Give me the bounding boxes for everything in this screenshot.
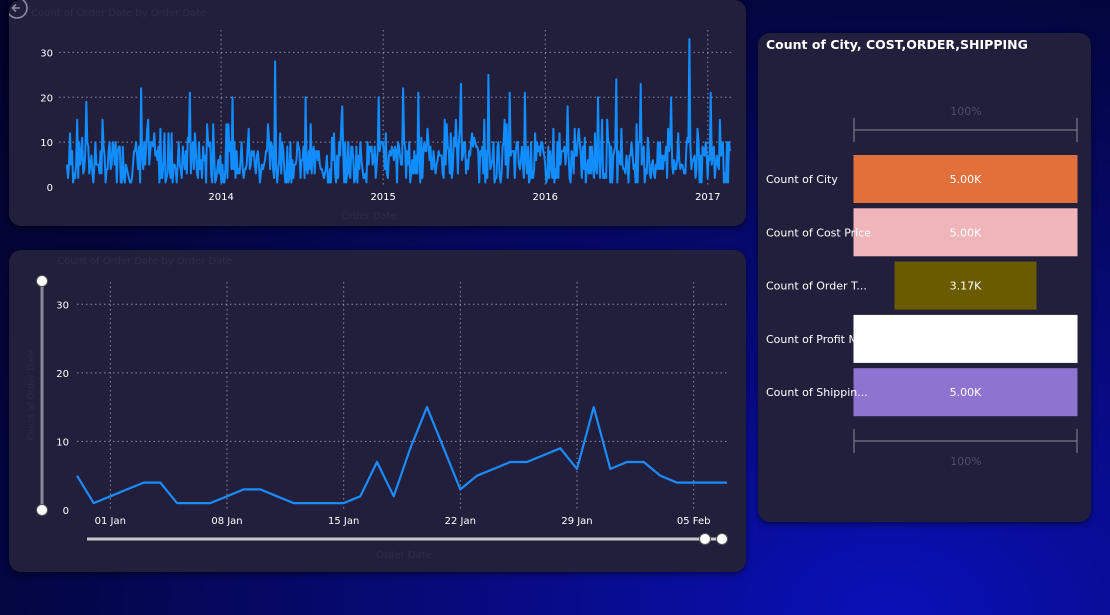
bottom-x-tick-label: 22 Jan <box>445 516 476 527</box>
bottom-y-tick-label: 20 <box>56 369 69 380</box>
funnel-row[interactable]: Count of Shippin... 5.00K <box>766 368 1078 417</box>
bottom-y-tick-label: 10 <box>56 437 69 448</box>
bottom-line-chart-card: Count of Order Date by Order Date 0 10 20 3… <box>9 250 746 572</box>
x-slider-left-handle[interactable] <box>699 533 711 545</box>
funnel-bar[interactable] <box>853 314 1078 363</box>
x-zoom-slider[interactable] <box>87 533 728 545</box>
funnel-row-label: Count of City <box>766 173 838 186</box>
top-x-tick-label: 2017 <box>695 192 720 203</box>
funnel-chart-card: Count of City, COST,ORDER,SHIPPING 100% … <box>758 33 1091 522</box>
y-zoom-slider[interactable] <box>36 275 48 516</box>
bottom-x-tick-label: 05 Feb <box>677 516 711 527</box>
y-slider-bottom-handle[interactable] <box>36 504 48 516</box>
bottom-x-tick-label: 01 Jan <box>95 516 126 527</box>
top-chart-plot: 0 10 20 30 2014 2015 2016 2017 Order Date <box>40 30 734 222</box>
top-y-tick-label: 20 <box>40 93 53 104</box>
top-x-tick-label: 2015 <box>370 192 395 203</box>
top-x-axis-label: Order Date <box>341 211 397 222</box>
x-slider-right-handle[interactable] <box>716 533 728 545</box>
funnel-row-label: Count of Shippin... <box>766 386 868 399</box>
top-x-tick-label: 2014 <box>208 192 233 203</box>
top-y-tick-label: 0 <box>47 183 53 194</box>
funnel-bottom-percent: 100% <box>950 455 981 468</box>
funnel-value-label: 5.00K <box>950 173 982 186</box>
bottom-x-tick-label: 29 Jan <box>561 516 592 527</box>
top-x-tick-label: 2016 <box>533 192 558 203</box>
bottom-x-axis-label: Order Date <box>376 550 432 561</box>
funnel-top-bracket: 100% <box>853 105 1078 142</box>
funnel-row[interactable]: Count of Profit M <box>766 314 1078 363</box>
bottom-y-axis-label: Count of Order Date <box>27 349 37 441</box>
funnel-value-label: 3.17K <box>950 280 982 293</box>
funnel-row-label: Count of Order T... <box>766 280 867 293</box>
top-y-tick-label: 10 <box>40 138 53 149</box>
funnel-top-percent: 100% <box>950 105 981 118</box>
top-line-chart-card: Count of Order Date by Order Date 0 10 20 3… <box>9 0 746 226</box>
bottom-y-tick-label: 30 <box>56 300 69 311</box>
top-y-tick-label: 30 <box>40 48 53 59</box>
bottom-x-tick-label: 08 Jan <box>211 516 242 527</box>
funnel-row-label: Count of Profit M <box>766 333 858 346</box>
bottom-chart-plot: 0 10 20 30 01 Jan 08 Jan 15 Jan 22 Jan 29 Jan 05… <box>27 275 728 561</box>
top-series-line <box>66 38 731 184</box>
funnel-value-label: 5.00K <box>950 386 982 399</box>
funnel-bottom-bracket: 100% <box>853 429 1078 468</box>
funnel-row[interactable]: Count of Cost Price 5.00K <box>766 208 1078 257</box>
funnel-plot: 100% Count of City 5.00KCount of Cost Pri… <box>766 105 1078 468</box>
y-slider-top-handle[interactable] <box>36 275 48 287</box>
bottom-x-tick-label: 15 Jan <box>328 516 359 527</box>
funnel-row[interactable]: Count of Order T... 3.17K <box>766 261 1037 310</box>
bottom-y-tick-label: 0 <box>63 506 69 517</box>
funnel-value-label: 5.00K <box>950 226 982 239</box>
bottom-series-line <box>76 406 727 505</box>
funnel-row-label: Count of Cost Price <box>766 226 871 239</box>
funnel-row[interactable]: Count of City 5.00K <box>766 155 1078 203</box>
